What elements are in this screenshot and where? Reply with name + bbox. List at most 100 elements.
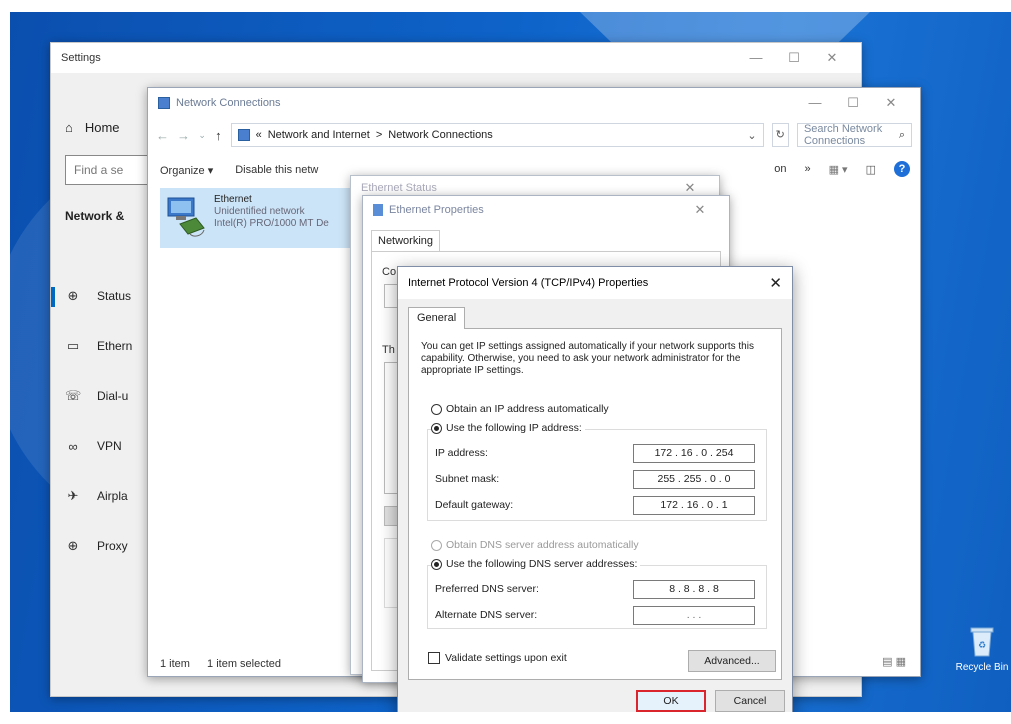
settings-home-link[interactable]: ⌂ Home [65, 120, 120, 135]
ethstatus-title: Ethernet Status [361, 182, 437, 194]
preferred-dns-field[interactable]: 8 . 8 . 8 . 8 [633, 579, 755, 599]
nav-label: Airpla [97, 489, 128, 503]
settings-nav-proxy[interactable]: ⊕ Proxy [51, 521, 161, 571]
view-toggle-icons[interactable]: ▤ ▦ [882, 655, 906, 668]
svg-text:♻: ♻ [978, 641, 986, 651]
advanced-button[interactable]: Advanced... [688, 650, 776, 672]
ethernet-item-text: Ethernet Unidentified network Intel(R) P… [214, 194, 329, 242]
obtain-dns-auto-radio[interactable]: Obtain DNS server address automatically [431, 539, 639, 551]
command-partial-label: on [774, 163, 787, 175]
intro-text: You can get IP settings assigned automat… [421, 341, 754, 376]
network-adapter-icon [373, 204, 383, 216]
alternate-dns-field[interactable]: . . . [633, 605, 755, 625]
ip-address-field[interactable]: 172 . 16 . 0 . 254 [633, 443, 755, 463]
home-label: Home [84, 120, 120, 135]
breadcrumb-network-internet[interactable]: Network and Internet [268, 129, 370, 141]
view-options-icon[interactable]: ▦ ▾ [829, 163, 848, 176]
radio-indicator [431, 558, 442, 570]
default-gateway-label: Default gateway: [435, 499, 514, 511]
maximize-button[interactable]: ☐ [834, 95, 872, 111]
settings-nav-dialup[interactable]: ☏ Dial-u [51, 371, 161, 421]
general-panel: You can get IP settings assigned automat… [408, 328, 782, 680]
close-button[interactable]: ✕ [872, 95, 910, 111]
proxy-icon: ⊕ [67, 538, 79, 553]
back-icon[interactable]: ← [156, 128, 169, 143]
ethernet-connection-item[interactable]: Ethernet Unidentified network Intel(R) P… [160, 188, 355, 248]
ethernet-status: Unidentified network [214, 206, 305, 217]
ethernet-icon: ▭ [66, 338, 80, 353]
forward-icon[interactable]: → [177, 128, 190, 143]
settings-nav: ⊕ Status ▭ Ethern ☏ Dial-u ∞ VPN ✈ Airpl… [51, 271, 161, 571]
nav-label: Ethern [97, 339, 133, 353]
close-button[interactable]: ✕ [769, 274, 782, 292]
cancel-button[interactable]: Cancel [715, 690, 785, 712]
breadcrumb-network-connections[interactable]: Network Connections [388, 129, 493, 141]
use-following-dns-label: Use the following DNS server addresses: [446, 558, 638, 570]
preview-pane-icon[interactable]: ◫ [866, 163, 876, 176]
tab-general[interactable]: General [408, 307, 466, 329]
recycle-bin-label: Recycle Bin [955, 662, 1009, 673]
default-gateway-field[interactable]: 172 . 16 . 0 . 1 [633, 495, 755, 515]
obtain-ip-auto-radio[interactable]: Obtain an IP address automatically [431, 403, 609, 415]
selected-count: 1 item selected [207, 658, 282, 670]
nav-label: VPN [97, 439, 122, 453]
up-icon[interactable]: ↑ [214, 128, 222, 143]
alternate-dns-label: Alternate DNS server: [435, 609, 538, 621]
ip-address-row: IP address: 172 . 16 . 0 . 254 [435, 443, 755, 463]
nav-label: Proxy [97, 539, 128, 553]
chevron-down-icon[interactable]: ⌄ [747, 129, 756, 142]
settings-section-title: Network & [65, 209, 125, 223]
settings-title: Settings [61, 52, 101, 64]
subnet-mask-field[interactable]: 255 . 255 . 0 . 0 [633, 469, 755, 489]
maximize-button[interactable]: ☐ [775, 50, 813, 66]
globe-icon: ⊕ [67, 288, 79, 303]
validate-checkbox[interactable]: Validate settings upon exit [428, 652, 567, 664]
preferred-dns-row: Preferred DNS server: 8 . 8 . 8 . 8 [435, 579, 755, 599]
nav-label: Status [97, 289, 132, 303]
validate-label: Validate settings upon exit [445, 652, 567, 664]
settings-nav-airplane[interactable]: ✈ Airpla [51, 471, 161, 521]
ipv4-properties-dialog[interactable]: Internet Protocol Version 4 (TCP/IPv4) P… [397, 266, 793, 712]
refresh-button[interactable]: ↻ [771, 123, 789, 147]
minimize-button[interactable]: — [737, 50, 775, 66]
ethprops-titlebar[interactable]: Ethernet Properties ✕ [363, 196, 729, 224]
command-bar-right: on » ▦ ▾ ◫ ? [774, 161, 910, 177]
radio-indicator [431, 539, 442, 551]
breadcrumb-separator: > [375, 129, 383, 141]
minimize-button[interactable]: — [796, 95, 834, 111]
use-following-dns-radio[interactable]: Use the following DNS server addresses: [431, 558, 641, 570]
recycle-bin-shortcut[interactable]: ♻ Recycle Bin [950, 624, 1011, 673]
tab-networking[interactable]: Networking [371, 230, 441, 252]
settings-nav-status[interactable]: ⊕ Status [51, 271, 161, 321]
search-input[interactable]: Search Network Connections ⌕ [796, 123, 913, 147]
ip-address-label: IP address: [435, 447, 488, 459]
more-commands-button[interactable]: » [804, 163, 810, 175]
address-bar[interactable]: « Network and Internet > Network Connect… [230, 123, 764, 147]
ok-button[interactable]: OK [636, 690, 706, 712]
ethernet-name: Ethernet [214, 194, 252, 205]
settings-search-input[interactable]: Find a se [65, 155, 155, 185]
disable-network-button[interactable]: Disable this netw [235, 164, 318, 176]
radio-indicator [431, 422, 442, 434]
settings-titlebar[interactable]: Settings — ☐ ✕ [51, 43, 861, 73]
settings-nav-vpn[interactable]: ∞ VPN [51, 421, 161, 471]
item-count: 1 item [160, 658, 190, 670]
obtain-ip-auto-label: Obtain an IP address automatically [446, 403, 609, 415]
organize-menu[interactable]: Organize ▾ [160, 164, 213, 177]
address-bar-row: ← → ⌄ ↑ « Network and Internet > Network… [148, 120, 920, 150]
settings-nav-ethernet[interactable]: ▭ Ethern [51, 321, 161, 371]
use-following-ip-radio[interactable]: Use the following IP address: [431, 422, 585, 434]
netconn-titlebar[interactable]: Network Connections — ☐ ✕ [148, 88, 920, 118]
default-gateway-row: Default gateway: 172 . 16 . 0 . 1 [435, 495, 755, 515]
search-icon: ⌕ [898, 128, 906, 141]
help-icon[interactable]: ? [894, 161, 910, 177]
close-button[interactable]: ✕ [681, 202, 719, 218]
status-bar: 1 item 1 item selected [160, 658, 295, 670]
recent-chevron-icon[interactable]: ⌄ [198, 130, 206, 141]
close-button[interactable]: ✕ [813, 50, 851, 66]
close-button[interactable]: ✕ [671, 180, 709, 196]
items-list-label: Th [382, 344, 395, 356]
ipv4-titlebar[interactable]: Internet Protocol Version 4 (TCP/IPv4) P… [398, 267, 792, 299]
home-icon: ⌂ [65, 120, 73, 135]
search-placeholder: Search Network Connections [803, 123, 883, 147]
